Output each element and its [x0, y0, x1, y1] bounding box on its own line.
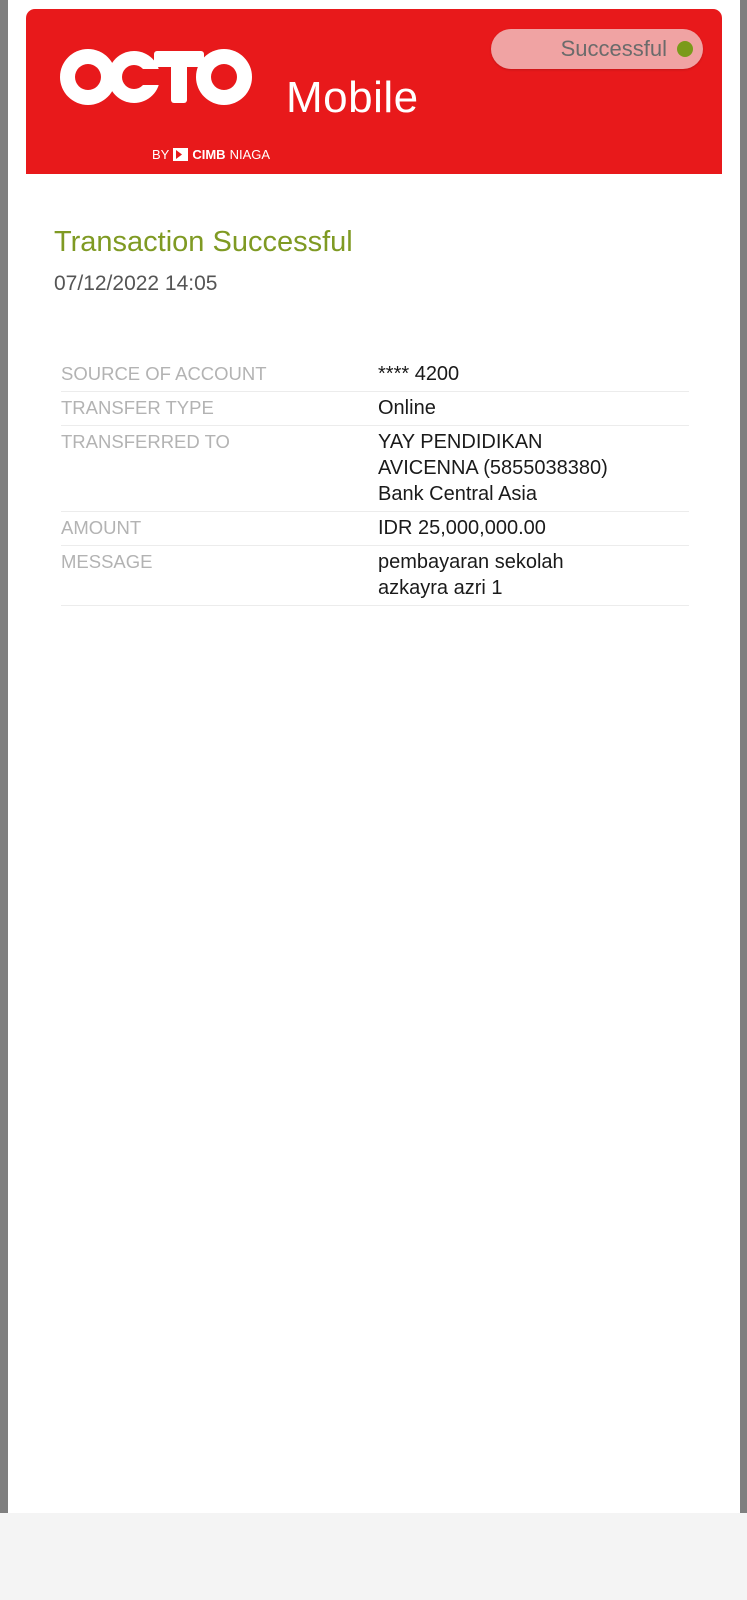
status-badge: Successful — [491, 29, 703, 69]
transaction-datetime: 07/12/2022 14:05 — [54, 272, 218, 295]
detail-row-source-account: SOURCE OF ACCOUNT **** 4200 — [61, 358, 689, 392]
page-title: Transaction Successful — [54, 226, 353, 258]
detail-value: YAY PENDIDIKAN AVICENNA (5855038380) Ban… — [378, 431, 608, 505]
detail-value: Online — [378, 397, 436, 419]
cimb-chevron-icon — [173, 148, 189, 161]
detail-key: TRANSFER TYPE — [61, 397, 214, 418]
detail-key: SOURCE OF ACCOUNT — [61, 363, 267, 384]
octo-logo-mark — [60, 49, 252, 105]
detail-row-transfer-type: TRANSFER TYPE Online — [61, 392, 689, 426]
detail-key: TRANSFERRED TO — [61, 431, 230, 452]
details-table: SOURCE OF ACCOUNT **** 4200 TRANSFER TYP… — [61, 358, 689, 606]
detail-row-message: MESSAGE pembayaran sekolah azkayra azri … — [61, 546, 689, 606]
status-label: Successful — [560, 36, 667, 61]
bottom-bar — [0, 1513, 747, 1600]
detail-key: MESSAGE — [61, 551, 153, 572]
logo-bank-text: NIAGA — [229, 147, 271, 162]
detail-row-amount: AMOUNT IDR 25,000,000.00 — [61, 512, 689, 546]
detail-value: pembayaran sekolah azkayra azri 1 — [378, 551, 564, 599]
logo-bank-bold: CIMB — [192, 147, 226, 162]
detail-value: **** 4200 — [378, 363, 460, 385]
detail-row-transferred-to: TRANSFERRED TO YAY PENDIDIKAN AVICENNA (… — [61, 426, 689, 512]
logo-mobile-text: Mobile — [286, 73, 419, 122]
logo-by-text: BY — [152, 147, 170, 162]
detail-key: AMOUNT — [61, 517, 142, 538]
detail-value: IDR 25,000,000.00 — [378, 517, 546, 539]
status-dot-icon — [677, 41, 693, 57]
logo-byline: BY CIMB NIAGA — [152, 147, 270, 162]
octo-logo: Mobile BY CIMB NIAGA — [54, 39, 418, 162]
receipt-header: Mobile BY CIMB NIAGA Successful — [26, 9, 722, 174]
